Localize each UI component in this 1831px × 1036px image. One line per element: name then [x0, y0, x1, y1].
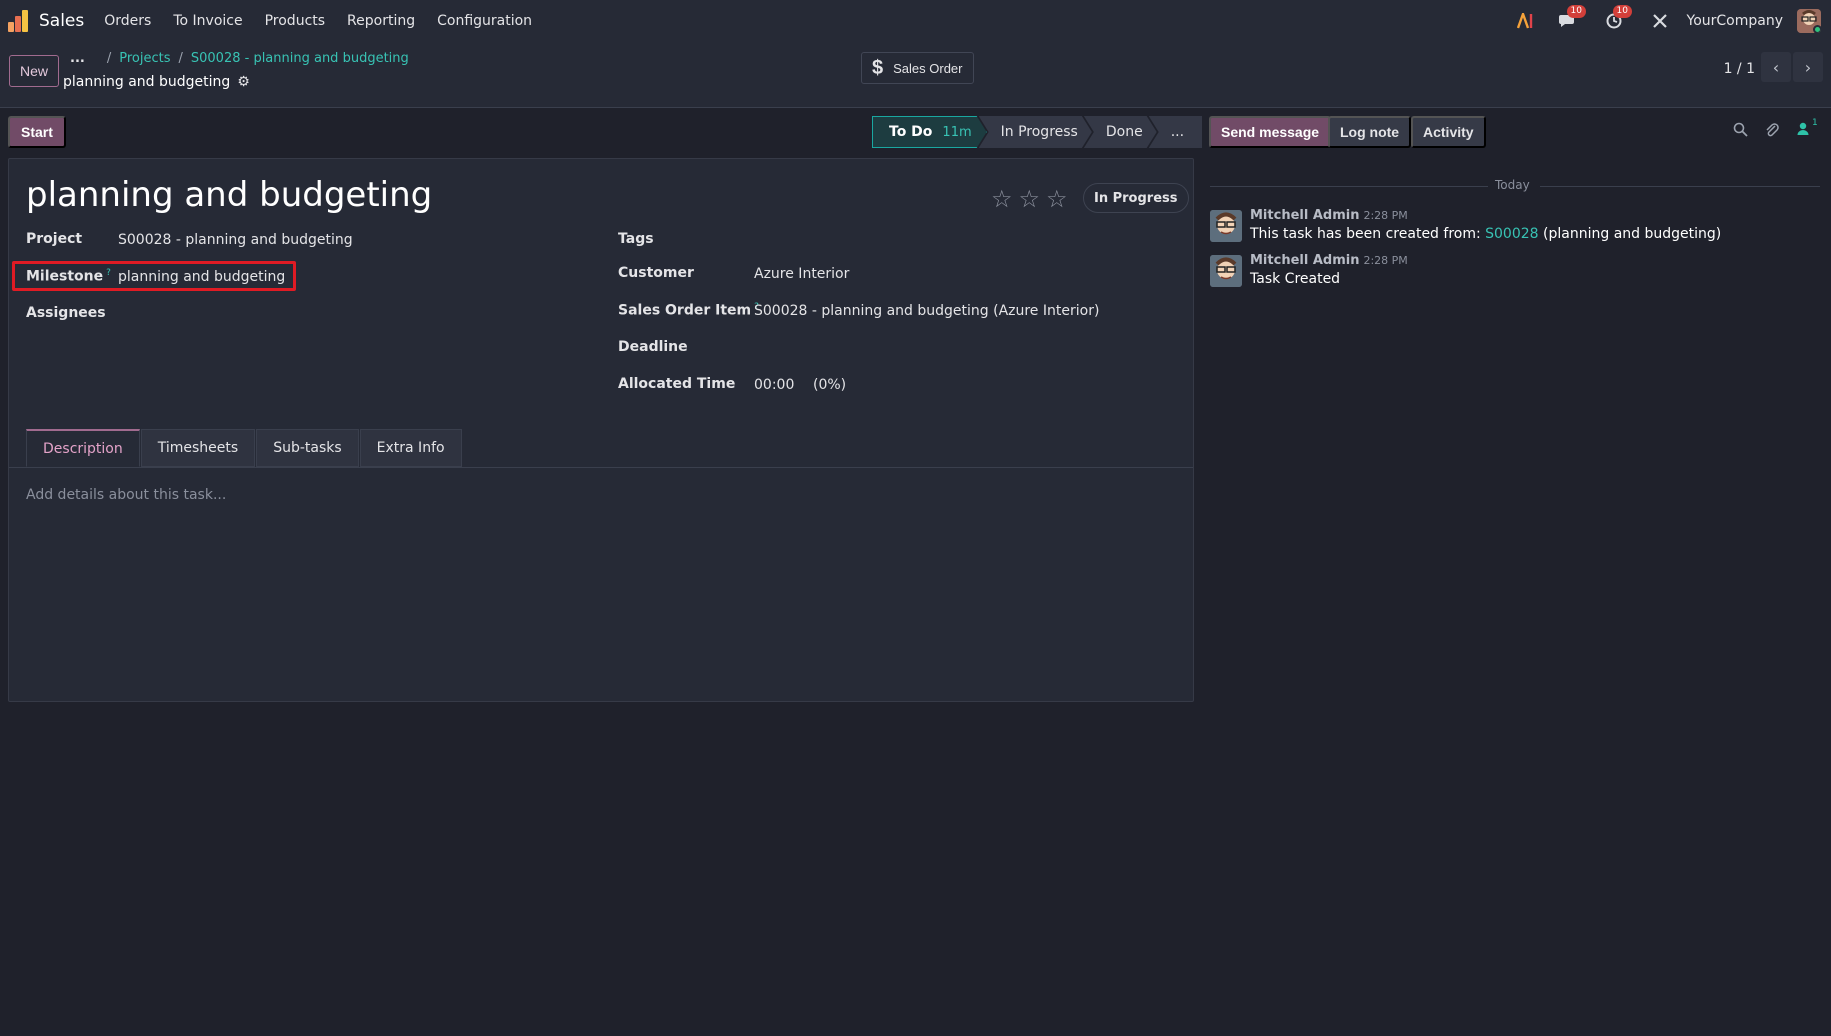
message-time: 2:28 PM — [1363, 209, 1408, 222]
sales-order-label: Sales Order — [893, 60, 963, 76]
sales-order-smart-button[interactable]: $ Sales Order — [861, 52, 974, 84]
record-title-text: planning and budgeting — [63, 74, 231, 90]
control-panel: New ... / Projects / S00028 - planning a… — [0, 42, 1831, 108]
allocated-time-field[interactable]: 00:00 — [754, 377, 794, 393]
assignees-field[interactable] — [118, 305, 538, 325]
breadcrumb-more[interactable]: ... — [70, 51, 85, 66]
breadcrumb-projects[interactable]: Projects — [119, 51, 170, 66]
record-title: planning and budgeting ⚙ — [63, 74, 250, 90]
milestone-field[interactable]: planning and budgeting — [118, 269, 285, 285]
avatar[interactable] — [1210, 210, 1242, 242]
customer-field[interactable]: Azure Interior — [754, 266, 849, 282]
sales-app-icon[interactable] — [8, 10, 30, 32]
project-field[interactable]: S00028 - planning and budgeting — [118, 232, 353, 248]
task-title[interactable]: planning and budgeting — [26, 175, 432, 215]
activities-badge: 10 — [1612, 5, 1632, 18]
stage-in-progress[interactable]: In Progress — [979, 116, 1092, 148]
priority-stars: ☆ ☆ ☆ — [991, 185, 1068, 213]
company-switcher[interactable]: YourCompany — [1687, 13, 1784, 29]
app-name[interactable]: Sales — [39, 11, 84, 31]
send-message-button[interactable]: Send message — [1209, 116, 1332, 148]
tags-field[interactable] — [754, 231, 1174, 251]
tab-sub-tasks[interactable]: Sub-tasks — [256, 429, 359, 467]
description-editor[interactable]: Add details about this task... — [26, 487, 226, 503]
notebook-tabs: Description Timesheets Sub-tasks Extra I… — [26, 429, 463, 467]
tab-divider — [9, 467, 1193, 468]
stage-done[interactable]: Done — [1084, 116, 1157, 148]
avatar[interactable] — [1210, 255, 1242, 287]
online-status-dot — [1813, 25, 1821, 33]
stage-to-do[interactable]: To Do 11m — [872, 116, 987, 148]
allocated-time-percent: (0%) — [813, 377, 847, 393]
day-separator: Today — [1210, 178, 1820, 194]
pager-previous-button[interactable]: ‹ — [1761, 52, 1791, 82]
form-sheet: planning and budgeting ☆ ☆ ☆ In Progress… — [8, 158, 1194, 702]
followers-count: 1 — [1812, 118, 1818, 128]
star-icon[interactable]: ☆ — [1046, 185, 1068, 213]
tags-label: Tags — [618, 231, 654, 247]
menu-products[interactable]: Products — [265, 13, 325, 29]
search-icon[interactable] — [1733, 122, 1748, 141]
project-label: Project — [26, 231, 83, 247]
sales-order-item-field[interactable]: S00028 - planning and budgeting (Azure I… — [754, 303, 1099, 319]
user-avatar[interactable] — [1797, 9, 1821, 33]
menu-to-invoice[interactable]: To Invoice — [173, 13, 242, 29]
customer-label: Customer — [618, 265, 694, 281]
tab-timesheets[interactable]: Timesheets — [140, 429, 256, 467]
activities-clock-icon[interactable]: 10 — [1603, 5, 1632, 32]
gear-icon[interactable]: ⚙ — [237, 74, 250, 90]
stage-statusbar: To Do 11m In Progress Done ... — [872, 116, 1203, 148]
message-body: Task Created — [1250, 271, 1341, 287]
pager-next-button[interactable]: › — [1793, 52, 1823, 82]
message-time: 2:28 PM — [1363, 254, 1408, 267]
new-button[interactable]: New — [9, 55, 60, 87]
star-icon[interactable]: ☆ — [1019, 185, 1041, 213]
pager-value[interactable]: 1 / 1 — [1724, 61, 1755, 77]
chevron-left-icon: ‹ — [1772, 57, 1780, 77]
menu-reporting[interactable]: Reporting — [347, 13, 415, 29]
breadcrumb-sale-order-project[interactable]: S00028 - planning and budgeting — [191, 51, 409, 66]
activity-button[interactable]: Activity — [1411, 116, 1486, 148]
message-author[interactable]: Mitchell Admin 2:28 PM — [1250, 208, 1408, 223]
assignees-label: Assignees — [26, 305, 106, 321]
stage-duration: 11m — [942, 124, 972, 140]
tab-extra-info[interactable]: Extra Info — [359, 429, 462, 467]
top-navbar: Sales Orders To Invoice Products Reporti… — [0, 0, 1831, 42]
dollar-icon: $ — [872, 56, 884, 79]
followers-icon[interactable]: 1 — [1797, 118, 1818, 140]
task-state-button[interactable]: In Progress — [1083, 183, 1189, 213]
tab-description[interactable]: Description — [26, 429, 140, 467]
log-note-button[interactable]: Log note — [1328, 116, 1412, 148]
start-timer-button[interactable]: Start — [8, 116, 66, 148]
sales-order-item-label: Sales Order Item? — [618, 302, 759, 319]
menu-orders[interactable]: Orders — [104, 13, 151, 29]
deadline-field[interactable] — [754, 339, 1174, 359]
chevron-right-icon: › — [1804, 57, 1812, 77]
message-author[interactable]: Mitchell Admin 2:28 PM — [1250, 253, 1408, 268]
star-icon[interactable]: ☆ — [991, 185, 1013, 213]
sale-order-link[interactable]: S00028 — [1485, 226, 1538, 242]
tools-icon[interactable] — [1649, 10, 1671, 32]
menu-configuration[interactable]: Configuration — [437, 13, 532, 29]
help-tooltip-icon[interactable]: ? — [106, 268, 111, 278]
deadline-label: Deadline — [618, 339, 688, 355]
milestone-label: Milestone? — [26, 268, 111, 285]
stage-more[interactable]: ... — [1148, 116, 1203, 148]
allocated-time-label: Allocated Time — [618, 376, 736, 392]
messages-icon[interactable]: 10 — [1557, 5, 1586, 32]
messages-badge: 10 — [1566, 5, 1586, 18]
breadcrumb: ... / Projects / S00028 - planning and b… — [70, 51, 409, 66]
paperclip-icon[interactable] — [1764, 122, 1779, 141]
ai-icon[interactable] — [1515, 10, 1537, 32]
message-body: This task has been created from: S00028 … — [1250, 226, 1722, 242]
